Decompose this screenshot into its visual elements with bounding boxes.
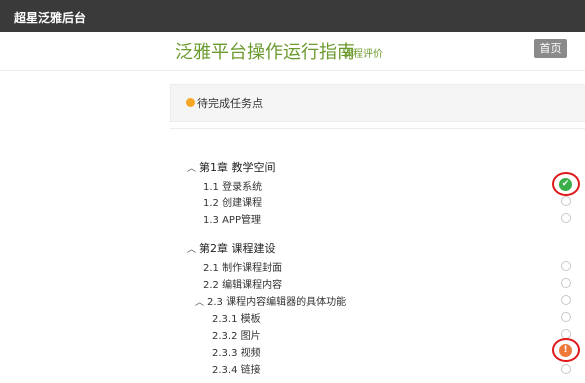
page-title: 泛雅平台操作运行指南 bbox=[175, 42, 355, 63]
pending-tasks-label: 待完成任务点 bbox=[197, 97, 263, 110]
empty-circle-icon bbox=[561, 196, 571, 206]
toc-item-2-3-3[interactable]: 2.3.3 视频 bbox=[212, 344, 261, 359]
chevron-up-icon[interactable]: ︿ bbox=[187, 242, 199, 255]
chevron-up-icon[interactable]: ︿ bbox=[195, 295, 207, 308]
pending-tasks-bar[interactable]: 待完成任务点 bbox=[170, 84, 585, 122]
toc-item-2-3-2[interactable]: 2.3.2 图片 bbox=[212, 327, 261, 342]
chevron-up-icon[interactable]: ︿ bbox=[187, 161, 199, 174]
empty-circle-icon bbox=[561, 364, 571, 374]
highlight-ring bbox=[552, 338, 580, 362]
top-bar: 超星泛雅后台 bbox=[0, 0, 585, 32]
divider bbox=[170, 128, 585, 129]
home-button[interactable]: 首页 bbox=[534, 39, 567, 58]
chapter-1[interactable]: ︿ 第1章 教学空间 bbox=[187, 159, 276, 175]
course-evaluation-link[interactable]: 课程评价 bbox=[343, 45, 383, 60]
toc-item-2-3[interactable]: ︿ 2.3 课程内容编辑器的具体功能 bbox=[195, 293, 346, 308]
empty-circle-icon bbox=[561, 261, 571, 271]
chapter-2[interactable]: ︿ 第2章 课程建设 bbox=[187, 240, 276, 256]
toc-item-2-1[interactable]: 2.1 制作课程封面 bbox=[203, 259, 282, 274]
app-title: 超星泛雅后台 bbox=[14, 11, 87, 25]
empty-circle-icon bbox=[561, 312, 571, 322]
toc-item-2-2[interactable]: 2.2 编辑课程内容 bbox=[203, 276, 282, 291]
toc-item-2-3-1[interactable]: 2.3.1 模板 bbox=[212, 310, 261, 325]
toc-item-1-2[interactable]: 1.2 创建课程 bbox=[203, 194, 262, 209]
empty-circle-icon bbox=[561, 278, 571, 288]
page-header: 泛雅平台操作运行指南 课程评价 首页 bbox=[0, 32, 585, 71]
empty-circle-icon bbox=[561, 295, 571, 305]
highlight-ring bbox=[552, 172, 580, 196]
toc-item-2-3-4[interactable]: 2.3.4 链接 bbox=[212, 361, 261, 376]
toc-item-1-1[interactable]: 1.1 登录系统 bbox=[203, 178, 262, 193]
empty-circle-icon bbox=[561, 213, 571, 223]
pending-dot-icon bbox=[186, 98, 195, 107]
toc-item-1-3[interactable]: 1.3 APP管理 bbox=[203, 211, 261, 226]
